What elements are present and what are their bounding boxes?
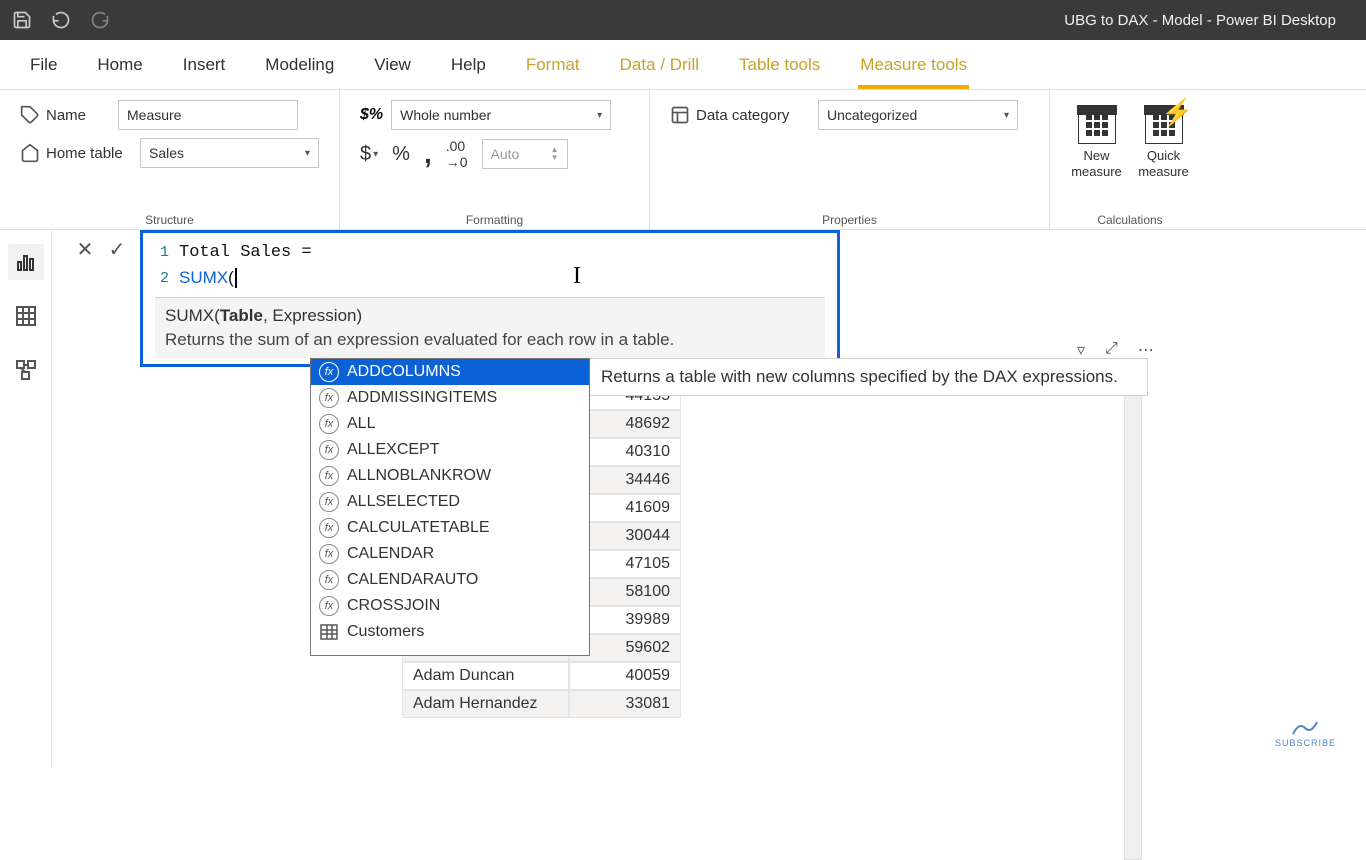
cancel-formula-icon[interactable]: ✕ — [72, 236, 98, 262]
menu-home[interactable]: Home — [77, 40, 162, 89]
line-number: 2 — [155, 270, 169, 287]
menu-help[interactable]: Help — [431, 40, 506, 89]
autocomplete-item[interactable]: fxALLSELECTED — [311, 489, 589, 515]
report-view-icon[interactable] — [8, 244, 44, 280]
format-type-select[interactable]: Whole number▾ — [391, 100, 611, 130]
commit-formula-icon[interactable]: ✓ — [104, 236, 130, 262]
ribbon: Name Home table Sales▾ Structure $% — [0, 90, 1366, 230]
ribbon-group-structure: Name Home table Sales▾ Structure — [0, 90, 340, 229]
autocomplete-item[interactable]: fxALLNOBLANKROW — [311, 463, 589, 489]
quick-measure-button[interactable]: ⚡ Quick measure — [1137, 106, 1190, 179]
decimal-decrease-button[interactable]: .00→0 — [446, 138, 468, 170]
function-icon: fx — [319, 544, 339, 564]
function-icon: fx — [319, 570, 339, 590]
menu-view[interactable]: View — [354, 40, 431, 89]
autocomplete-item[interactable]: fxCALENDAR — [311, 541, 589, 567]
redo-icon[interactable] — [88, 8, 112, 32]
autocomplete-item[interactable]: fxADDMISSINGITEMS — [311, 385, 589, 411]
content-area: ✕ ✓ 1 Total Sales = 2 SUMX( I SUMX(Table… — [52, 230, 1366, 768]
window-title: UBG to DAX - Model - Power BI Desktop — [112, 12, 1356, 29]
calculator-lightning-icon: ⚡ — [1145, 106, 1183, 144]
menubar: File Home Insert Modeling View Help Form… — [0, 40, 1366, 90]
cell-value: 33081 — [569, 690, 681, 718]
table-row[interactable]: Adam Duncan40059 — [402, 662, 681, 690]
function-icon: fx — [319, 596, 339, 616]
home-table-label: Home table — [20, 143, 132, 163]
function-icon: fx — [319, 518, 339, 538]
calculations-group-label: Calculations — [1070, 211, 1190, 229]
code-line-2: SUMX( — [179, 268, 237, 289]
menu-modeling[interactable]: Modeling — [245, 40, 354, 89]
ribbon-group-formatting: $% Whole number▾ $▾ % , .00→0 Auto ▲▼ Fo… — [340, 90, 650, 229]
structure-group-label: Structure — [20, 211, 319, 229]
ribbon-group-calculations: New measure ⚡ Quick measure Calculations — [1050, 90, 1210, 229]
format-icon: $% — [360, 106, 383, 124]
quick-access-toolbar — [10, 8, 112, 32]
filter-icon[interactable]: ▿ — [1077, 340, 1085, 360]
line-number: 1 — [155, 244, 169, 261]
focus-mode-icon[interactable]: ⤢ — [1105, 340, 1118, 360]
undo-icon[interactable] — [49, 8, 73, 32]
function-icon: fx — [319, 466, 339, 486]
menu-data-drill[interactable]: Data / Drill — [600, 40, 719, 89]
measure-name-input[interactable] — [118, 100, 298, 130]
main-area: ✕ ✓ 1 Total Sales = 2 SUMX( I SUMX(Table… — [0, 230, 1366, 768]
table-icon — [319, 622, 339, 642]
new-measure-button[interactable]: New measure — [1070, 106, 1123, 179]
cell-value: 40059 — [569, 662, 681, 690]
name-label: Name — [20, 105, 110, 125]
formatting-group-label: Formatting — [360, 211, 629, 229]
autocomplete-item[interactable]: fxCALCULATETABLE — [311, 515, 589, 541]
table-row[interactable]: Adam Hernandez33081 — [402, 690, 681, 718]
calculator-icon — [1078, 106, 1116, 144]
autocomplete-item[interactable]: fxCROSSJOIN — [311, 593, 589, 619]
function-icon: fx — [319, 388, 339, 408]
menu-table-tools[interactable]: Table tools — [719, 40, 840, 89]
chevron-down-icon: ▾ — [597, 110, 602, 121]
function-icon: fx — [319, 414, 339, 434]
model-view-icon[interactable] — [8, 352, 44, 388]
function-icon: fx — [319, 362, 339, 382]
subscribe-watermark: SUBSCRIBE — [1275, 720, 1336, 748]
currency-format-button[interactable]: $▾ — [360, 143, 378, 166]
thousands-separator-button[interactable]: , — [424, 138, 432, 170]
properties-group-label: Properties — [670, 211, 1029, 229]
menu-insert[interactable]: Insert — [163, 40, 246, 89]
visual-header-icons: ▿ ⤢ ⋯ — [1077, 340, 1154, 360]
chevron-down-icon: ▾ — [305, 148, 310, 159]
menu-measure-tools[interactable]: Measure tools — [840, 40, 987, 89]
autocomplete-dropdown[interactable]: fxADDCOLUMNSfxADDMISSINGITEMSfxALLfxALLE… — [310, 358, 590, 656]
formula-tooltip: SUMX(Table, Expression) Returns the sum … — [155, 297, 825, 358]
menu-format[interactable]: Format — [506, 40, 600, 89]
cell-name: Adam Duncan — [402, 662, 569, 690]
autocomplete-item[interactable]: fxALL — [311, 411, 589, 437]
percent-format-button[interactable]: % — [392, 143, 410, 166]
vertical-scrollbar[interactable] — [1124, 370, 1142, 860]
autocomplete-item[interactable]: fxADDCOLUMNS — [311, 359, 589, 385]
menu-file[interactable]: File — [10, 40, 77, 89]
left-rail — [0, 230, 52, 768]
code-line-1: Total Sales = — [179, 243, 312, 262]
autocomplete-item[interactable]: fxALLEXCEPT — [311, 437, 589, 463]
home-table-select[interactable]: Sales▾ — [140, 138, 319, 168]
save-icon[interactable] — [10, 8, 34, 32]
function-icon: fx — [319, 492, 339, 512]
ribbon-group-properties: Data category Uncategorized▾ Properties — [650, 90, 1050, 229]
data-view-icon[interactable] — [8, 298, 44, 334]
autocomplete-item[interactable]: fxCALENDARAUTO — [311, 567, 589, 593]
chevron-down-icon: ▾ — [1004, 110, 1009, 121]
titlebar: UBG to DAX - Model - Power BI Desktop — [0, 0, 1366, 40]
more-options-icon[interactable]: ⋯ — [1138, 340, 1154, 360]
formula-editor[interactable]: 1 Total Sales = 2 SUMX( I SUMX(Table, Ex… — [140, 230, 840, 367]
cell-name: Adam Hernandez — [402, 690, 569, 718]
autocomplete-description: Returns a table with new columns specifi… — [588, 358, 1148, 396]
function-icon: fx — [319, 440, 339, 460]
data-category-label: Data category — [670, 105, 810, 125]
decimals-select[interactable]: Auto ▲▼ — [482, 139, 568, 169]
autocomplete-item-table[interactable]: Customers — [311, 619, 589, 645]
stepper-icon: ▲▼ — [551, 146, 559, 162]
data-category-select[interactable]: Uncategorized▾ — [818, 100, 1018, 130]
